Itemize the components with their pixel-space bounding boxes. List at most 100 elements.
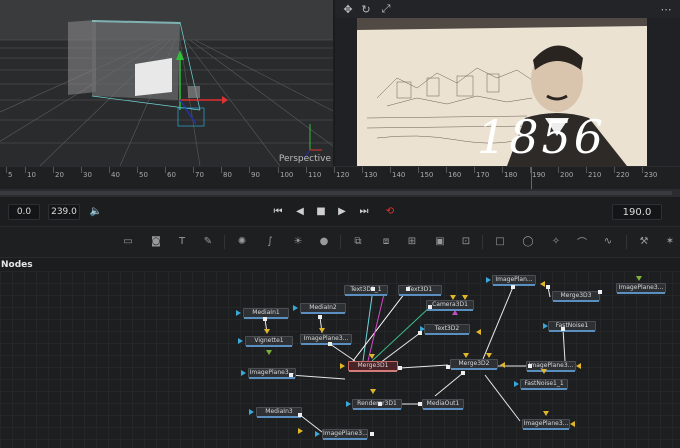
loop-icon[interactable]: ⟲ bbox=[382, 204, 398, 218]
particle-emitter-icon[interactable]: ✶ bbox=[662, 234, 678, 248]
output-port[interactable] bbox=[418, 402, 422, 406]
go-to-start-button[interactable]: ⏮ bbox=[270, 204, 286, 218]
background-tool-icon[interactable]: ▭ bbox=[120, 234, 136, 248]
input-port-icon[interactable] bbox=[346, 401, 351, 407]
camera-input-icon[interactable] bbox=[452, 310, 458, 315]
merge-input-icon[interactable] bbox=[450, 295, 456, 300]
output-port[interactable] bbox=[406, 287, 410, 291]
output-port[interactable] bbox=[561, 327, 565, 331]
viewer-3d-perspective[interactable]: Perspective bbox=[0, 0, 333, 166]
node-text3d1-1[interactable]: Text3D1_1 bbox=[344, 285, 388, 296]
polygon-mask-icon[interactable]: ✧ bbox=[548, 234, 564, 248]
node-imageplane3-a[interactable]: ImagePlane3... bbox=[300, 334, 352, 345]
input-port-icon[interactable] bbox=[249, 409, 254, 415]
viewer-2d-output[interactable]: ✥ ↻ ⤢ ⋯ 1856 bbox=[335, 0, 680, 166]
merge-input-icon[interactable] bbox=[264, 329, 270, 334]
output-port[interactable] bbox=[398, 366, 402, 370]
input-port-icon[interactable] bbox=[543, 323, 548, 329]
blur-tool-icon[interactable]: ● bbox=[316, 234, 332, 248]
merge-tool-icon[interactable]: ⧉ bbox=[350, 234, 366, 248]
output-port[interactable] bbox=[428, 305, 432, 309]
merge-input-icon[interactable] bbox=[298, 428, 303, 434]
merge-input-icon[interactable] bbox=[541, 369, 547, 374]
go-to-end-button[interactable]: ⏭ bbox=[356, 204, 372, 218]
merge-input-icon[interactable] bbox=[570, 421, 575, 427]
input-port-icon[interactable] bbox=[241, 370, 246, 376]
output-port[interactable] bbox=[528, 364, 532, 368]
curves-tool-icon[interactable]: ∫ bbox=[262, 234, 278, 248]
scale-icon[interactable]: ⤢ bbox=[379, 2, 393, 16]
input-port-icon[interactable] bbox=[238, 338, 243, 344]
current-frame-field[interactable]: 190.0 bbox=[612, 204, 662, 220]
output-port[interactable] bbox=[370, 432, 374, 436]
brightness-tool-icon[interactable]: ☀ bbox=[290, 234, 306, 248]
output-port[interactable] bbox=[318, 315, 322, 319]
input-port-icon[interactable] bbox=[486, 277, 491, 283]
node-camera3d1[interactable]: Camera3D1 bbox=[426, 300, 474, 311]
merge-input-icon[interactable] bbox=[462, 295, 468, 300]
node-text3d1[interactable]: Text3D1 bbox=[398, 285, 442, 296]
node-merge3d1[interactable]: Merge3D1 bbox=[348, 361, 398, 372]
circle-mask-icon[interactable]: ◯ bbox=[520, 234, 536, 248]
output-port[interactable] bbox=[511, 285, 515, 289]
play-button[interactable]: ▶ bbox=[334, 204, 350, 218]
audio-icon[interactable]: 🔈 bbox=[88, 204, 104, 218]
merge-input-icon[interactable] bbox=[319, 328, 325, 333]
node-graph[interactable]: Text3D1_1 Text3D1 ImagePlan... Merge3D3 … bbox=[0, 271, 680, 448]
more-options-icon[interactable]: ⋯ bbox=[659, 2, 673, 16]
loader-tool-icon[interactable]: ▣ bbox=[432, 234, 448, 248]
merge-input-icon[interactable] bbox=[486, 353, 492, 358]
paint-brush-icon[interactable]: ⚒ bbox=[636, 234, 652, 248]
node-vignette1[interactable]: Vignette1 bbox=[245, 336, 293, 347]
output-port[interactable] bbox=[378, 402, 382, 406]
node-mediaout1[interactable]: MediaOut1 bbox=[422, 399, 464, 410]
playhead[interactable] bbox=[531, 167, 532, 189]
node-merge3d2[interactable]: Merge3D2 bbox=[450, 359, 498, 370]
node-mediain2[interactable]: MediaIn2 bbox=[300, 303, 346, 314]
output-port[interactable] bbox=[371, 287, 375, 291]
output-port[interactable] bbox=[289, 373, 293, 377]
mask-input-icon[interactable] bbox=[636, 276, 642, 281]
wave-tool-icon[interactable]: ∿ bbox=[600, 234, 616, 248]
start-frame-field[interactable]: 0.0 bbox=[8, 204, 40, 220]
play-reverse-button[interactable]: ◀ bbox=[292, 204, 308, 218]
output-port[interactable] bbox=[418, 331, 422, 335]
viewer-mode-label[interactable]: Perspective bbox=[279, 154, 331, 164]
node-renderer3d1[interactable]: Renderer3D1 bbox=[352, 399, 402, 410]
merge-input-icon[interactable] bbox=[463, 353, 469, 358]
node-text3d2[interactable]: Text3D2 bbox=[424, 324, 470, 335]
node-fastnoise1[interactable]: FastNoise1 bbox=[548, 321, 596, 332]
matte-control-tool-icon[interactable]: ⊞ bbox=[404, 234, 420, 248]
paint-tool-icon[interactable]: ✎ bbox=[200, 234, 216, 248]
particles-tool-icon[interactable]: ✺ bbox=[234, 234, 250, 248]
merge-input-icon[interactable] bbox=[340, 363, 345, 369]
output-port[interactable] bbox=[461, 371, 465, 375]
stop-button[interactable]: ■ bbox=[313, 204, 329, 218]
node-imageplane3-d[interactable]: ImagePlane3... bbox=[322, 429, 368, 440]
output-port[interactable] bbox=[298, 413, 302, 417]
output-port[interactable] bbox=[446, 365, 450, 369]
bspline-mask-icon[interactable]: ⌒ bbox=[574, 234, 590, 249]
output-port[interactable] bbox=[546, 285, 550, 289]
merge-input-icon[interactable] bbox=[543, 411, 549, 416]
node-imageplane3-right[interactable]: ImagePlane3... bbox=[616, 283, 666, 294]
input-port-icon[interactable] bbox=[293, 305, 298, 311]
transform-tool-icon[interactable]: □ bbox=[492, 234, 508, 248]
image-tool-icon[interactable]: ◙ bbox=[148, 234, 164, 248]
output-port[interactable] bbox=[263, 317, 267, 321]
saver-tool-icon[interactable]: ⊡ bbox=[458, 234, 474, 248]
end-frame-field[interactable]: 239.0 bbox=[48, 204, 80, 220]
rotate-icon[interactable]: ↻ bbox=[359, 2, 373, 16]
scrub-bar[interactable] bbox=[0, 189, 680, 197]
output-port[interactable] bbox=[328, 342, 332, 346]
merge-input-icon[interactable] bbox=[540, 281, 545, 287]
text-tool-icon[interactable]: T bbox=[174, 234, 190, 248]
node-fastnoise1-1[interactable]: FastNoise1_1 bbox=[520, 379, 568, 390]
node-imageplane3-e[interactable]: ImagePlane3... bbox=[522, 419, 570, 430]
merge-input-icon[interactable] bbox=[500, 362, 505, 368]
merge-input-icon[interactable] bbox=[370, 389, 376, 394]
node-imageplane3-c[interactable]: ImagePlane3... bbox=[526, 361, 576, 372]
input-port-icon[interactable] bbox=[236, 310, 241, 316]
merge-input-icon[interactable] bbox=[476, 329, 481, 335]
node-mediain3[interactable]: MediaIn3 bbox=[256, 407, 302, 418]
